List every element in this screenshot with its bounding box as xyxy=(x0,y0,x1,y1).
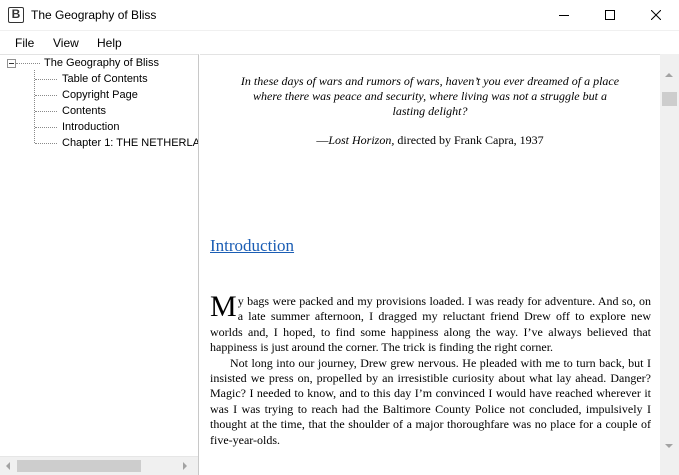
paragraph-text: y bags were packed and my provisions loa… xyxy=(210,294,651,355)
scroll-down-icon[interactable] xyxy=(665,443,673,449)
tree-connector xyxy=(35,95,57,96)
maximize-button[interactable] xyxy=(587,0,633,31)
tree-item-table-of-contents[interactable]: Table of Contents xyxy=(62,73,148,85)
chapter-heading-link[interactable]: Introduction xyxy=(210,236,294,256)
scrollbar-corner xyxy=(660,456,679,475)
tree-connector xyxy=(35,127,57,128)
tree-item-copyright-page[interactable]: Copyright Page xyxy=(62,89,138,101)
tree-connector xyxy=(35,111,57,112)
menu-help[interactable]: Help xyxy=(97,36,122,50)
tree-collapse-icon[interactable] xyxy=(7,59,16,68)
chapter-body: My bags were packed and my provisions lo… xyxy=(210,290,651,448)
attribution-film: Lost Horizon, xyxy=(328,133,395,147)
book-content-pane[interactable]: In these days of wars and rumors of wars… xyxy=(200,54,660,475)
paragraph: My bags were packed and my provisions lo… xyxy=(210,290,651,356)
tree-connector xyxy=(34,70,35,143)
scroll-right-icon[interactable] xyxy=(182,462,188,470)
epigraph: In these days of wars and rumors of wars… xyxy=(240,74,620,118)
content-scroll-thumb[interactable] xyxy=(662,92,677,106)
attribution-rest: directed by Frank Capra, 1937 xyxy=(394,133,544,147)
close-button[interactable] xyxy=(633,0,679,31)
minimize-icon xyxy=(559,15,569,16)
minimize-button[interactable] xyxy=(541,0,587,31)
tree-scroll-thumb[interactable] xyxy=(17,460,141,472)
tree-item-root[interactable]: The Geography of Bliss xyxy=(44,57,159,69)
book-app-icon: B xyxy=(8,7,24,23)
drop-cap: M xyxy=(210,290,237,323)
menu-bar: File View Help xyxy=(0,31,679,54)
attribution-dash: — xyxy=(316,133,329,147)
toc-tree[interactable]: The Geography of Bliss Table of Contents… xyxy=(0,54,199,475)
tree-item-introduction[interactable]: Introduction xyxy=(62,121,119,133)
tree-item-chapter-1[interactable]: Chapter 1: THE NETHERLANDS xyxy=(62,137,198,149)
menu-file[interactable]: File xyxy=(15,36,34,50)
menu-view[interactable]: View xyxy=(53,36,79,50)
tree-connector xyxy=(35,79,57,80)
epigraph-attribution: —Lost Horizon, directed by Frank Capra, … xyxy=(240,133,620,148)
scroll-up-icon[interactable] xyxy=(665,72,673,78)
scroll-left-icon[interactable] xyxy=(5,462,11,470)
tree-item-contents[interactable]: Contents xyxy=(62,105,106,117)
title-bar[interactable]: B The Geography of Bliss xyxy=(0,0,679,31)
paragraph: Not long into our journey, Drew grew ner… xyxy=(210,355,651,447)
maximize-icon xyxy=(605,10,615,20)
tree-connector xyxy=(35,143,57,144)
tree-connector xyxy=(16,63,40,64)
window-title: The Geography of Bliss xyxy=(31,8,157,22)
tree-horizontal-scrollbar[interactable] xyxy=(0,456,198,475)
close-icon xyxy=(651,10,661,20)
content-vertical-scrollbar[interactable] xyxy=(660,54,679,456)
